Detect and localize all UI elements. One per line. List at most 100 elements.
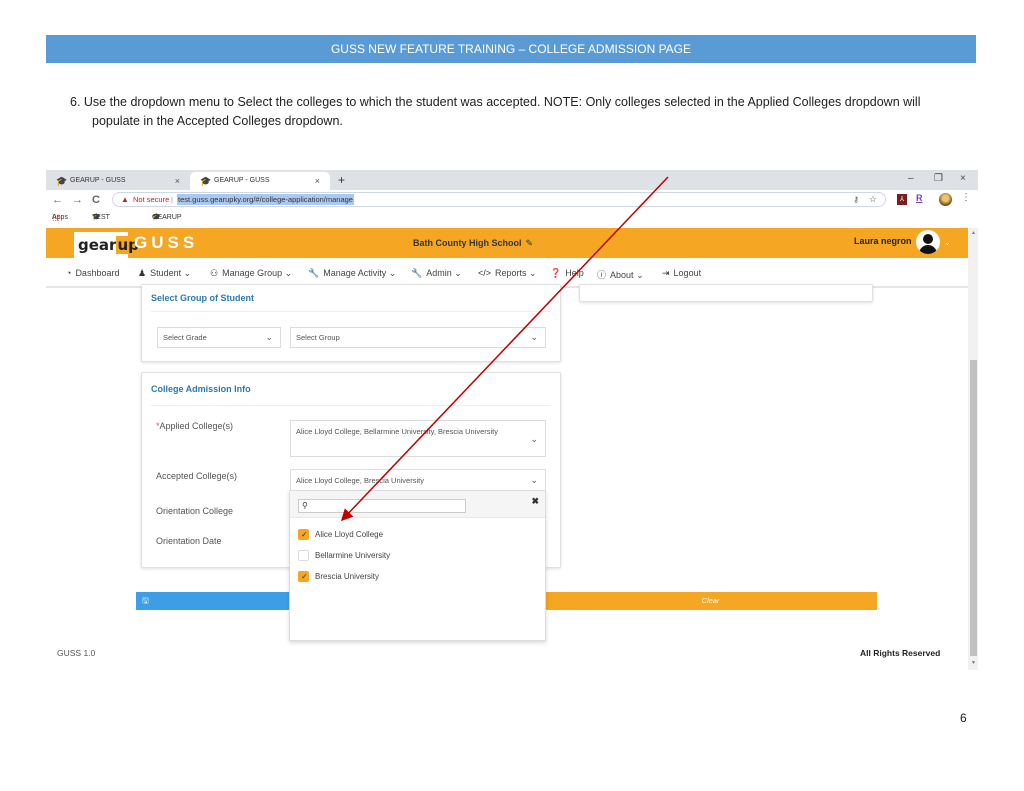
scroll-down-arrow-icon[interactable]: ▼ <box>971 660 976 666</box>
nav-label: Manage Activity <box>323 268 387 278</box>
edit-icon[interactable]: ✎ <box>526 238 534 248</box>
card-title: Select Group of Student <box>151 293 255 303</box>
nav-student[interactable]: ♟ Student ⌄ <box>138 268 191 279</box>
app-version: GUSS 1.0 <box>57 648 96 658</box>
divider <box>151 311 551 312</box>
nav-label: Admin <box>426 268 452 278</box>
key-icon[interactable]: ⚷ <box>853 193 859 206</box>
card-title: College Admission Info <box>151 384 251 394</box>
nav-label: About <box>610 270 634 280</box>
dropdown-header: ⚲ ✖ <box>290 491 545 518</box>
gearup-logo[interactable]: gearup <box>74 232 140 258</box>
code-icon: </> <box>478 268 492 278</box>
nav-reports[interactable]: </> Reports ⌄ <box>478 268 537 279</box>
nav-manage-group[interactable]: ⚇ Manage Group ⌄ <box>210 268 292 279</box>
checkbox-checked[interactable] <box>298 529 309 541</box>
accepted-colleges-label: Accepted College(s) <box>156 471 238 481</box>
applied-colleges-select[interactable]: Alice Lloyd College, Bellarmine Universi… <box>290 420 546 457</box>
nav-logout[interactable]: ⇥ Logout <box>662 268 701 279</box>
browser-tab-active[interactable]: 🎓 GEARUP - GUSS × <box>190 172 330 190</box>
select-value: Alice Lloyd College, Bellarmine Universi… <box>296 427 499 436</box>
tab-close-icon[interactable]: × <box>315 172 320 190</box>
chevron-down-icon[interactable]: ⌄ <box>944 238 951 247</box>
nav-label: Help <box>565 268 584 278</box>
chevron-down-icon: ⌄ <box>388 268 397 278</box>
save-icon: 🖫 <box>142 596 149 605</box>
scroll-up-arrow-icon[interactable]: ▲ <box>971 230 976 236</box>
forward-button[interactable]: → <box>72 192 83 208</box>
checkbox-checked[interactable] <box>298 571 309 583</box>
accepted-colleges-dropdown: ⚲ ✖ Alice Lloyd College Bellarmine Unive… <box>289 490 546 641</box>
dropdown-option[interactable]: Bellarmine University <box>298 550 390 562</box>
nav-dashboard[interactable]: ◔ Dashboard <box>66 268 119 278</box>
chevron-down-icon: ⌄ <box>530 332 538 342</box>
divider: | <box>171 195 173 204</box>
window-close-button[interactable]: × <box>960 171 966 187</box>
restore-button[interactable]: ❐ <box>934 171 943 187</box>
select-placeholder: Select Group <box>296 333 340 342</box>
warning-icon: ▲ <box>121 195 129 204</box>
browser-profile-avatar[interactable] <box>939 193 952 206</box>
back-button[interactable]: ← <box>52 192 63 208</box>
group-select[interactable]: Select Group ⌄ <box>290 327 546 348</box>
tab-close-icon[interactable]: × <box>175 172 180 190</box>
accepted-colleges-select[interactable]: Alice Lloyd College, Brescia University ⌄ <box>290 469 546 492</box>
browser-tab[interactable]: 🎓 GEARUP - GUSS × <box>46 172 190 190</box>
chevron-down-icon: ⌄ <box>265 332 273 342</box>
reload-button[interactable]: C <box>92 192 100 208</box>
tab-title: GEARUP - GUSS <box>70 177 126 184</box>
save-button[interactable]: 🖫 <box>136 592 290 610</box>
instruction-line-1: 6. Use the dropdown menu to Select the c… <box>70 95 921 109</box>
rights-text: All Rights Reserved <box>860 648 941 658</box>
r-extension-icon[interactable]: R <box>916 193 923 203</box>
nav-label: Manage Group <box>222 268 283 278</box>
logo-gear-text: gear <box>78 236 117 254</box>
dropdown-search-input[interactable]: ⚲ <box>298 499 466 513</box>
dashboard-icon: ◔ <box>66 268 72 278</box>
nav-manage-activity[interactable]: 🔧 Manage Activity ⌄ <box>308 268 396 279</box>
wrench-icon: 🔧 <box>308 268 320 278</box>
app-header: gearup GUSS Bath County High School ✎ Lau… <box>46 228 968 258</box>
document-header: GUSS NEW FEATURE TRAINING – COLLEGE ADMI… <box>46 35 976 63</box>
users-icon: ⚇ <box>210 268 219 278</box>
orientation-date-label: Orientation Date <box>156 536 222 546</box>
school-selector[interactable]: Bath County High School ✎ <box>413 238 533 249</box>
embedded-screenshot: 🎓 GEARUP - GUSS × 🎓 GEARUP - GUSS × + – … <box>46 170 978 670</box>
minimize-button[interactable]: – <box>908 171 914 187</box>
grade-select[interactable]: Select Grade ⌄ <box>157 327 281 348</box>
sign-out-icon: ⇥ <box>662 268 670 278</box>
chevron-down-icon: ⌄ <box>454 268 462 278</box>
instruction-line-2: populate in the Accepted Colleges dropdo… <box>92 114 343 128</box>
nav-admin[interactable]: 🔧 Admin ⌄ <box>411 268 462 279</box>
nav-label: Student <box>150 268 182 278</box>
clear-button[interactable]: Clear <box>544 592 877 610</box>
tab-title: GEARUP - GUSS <box>214 177 270 184</box>
question-icon: ❓ <box>550 268 562 278</box>
scrollbar-thumb[interactable] <box>970 360 977 656</box>
bookmarks-bar: ⁞⁞⁞ Apps 🎓 TEST - GUSS 🎓 GEARUP - GUSS <box>46 210 978 253</box>
nav-about[interactable]: ⓘ About ⌄ <box>597 268 644 281</box>
bookmark-star-icon[interactable]: ☆ <box>869 193 877 206</box>
close-icon[interactable]: ✖ <box>531 496 539 507</box>
applied-colleges-label: *Applied College(s) <box>156 421 233 431</box>
pdf-extension-icon[interactable]: ⅄ <box>897 194 907 205</box>
info-icon: ⓘ <box>597 270 607 280</box>
user-icon: ♟ <box>138 268 147 278</box>
user-avatar-icon[interactable] <box>916 230 940 254</box>
browser-menu-icon[interactable]: ⋮ <box>961 192 971 203</box>
option-label: Alice Lloyd College <box>315 530 384 539</box>
url-input[interactable]: ▲ Not secure | test.guss.gearupky.org/#/… <box>112 192 886 207</box>
wrench-icon: 🔧 <box>411 268 423 278</box>
nav-help[interactable]: ❓ Help <box>550 268 584 279</box>
url-text[interactable]: test.guss.gearupky.org/#/college-applica… <box>177 194 354 205</box>
chevron-down-icon: ⌄ <box>636 270 644 280</box>
bookmark-label: Apps <box>52 214 68 221</box>
security-warning[interactable]: Not secure <box>133 193 169 206</box>
page-number: 6 <box>960 711 967 725</box>
checkbox-unchecked[interactable] <box>298 550 309 561</box>
new-tab-button[interactable]: + <box>338 172 345 188</box>
user-name[interactable]: Laura negron <box>854 236 912 246</box>
dropdown-option[interactable]: Alice Lloyd College <box>298 529 383 541</box>
dropdown-option[interactable]: Brescia University <box>298 571 379 583</box>
select-placeholder: Select Grade <box>163 333 207 342</box>
